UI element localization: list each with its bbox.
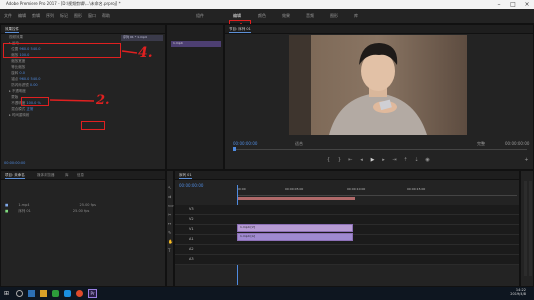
clip-bin-item[interactable]: 1.mp4 (171, 41, 221, 47)
audio-meter-right (529, 181, 532, 276)
tab-sequence[interactable]: 序列 01 (179, 173, 192, 179)
add-button[interactable]: + (523, 156, 530, 163)
project-list: ■ 1.mp4 25.00 fps ■ 序列 01 25.00 fps (5, 203, 161, 215)
track-a2[interactable]: A2 (175, 245, 519, 255)
annotation-label-2: 2. (96, 93, 110, 108)
timeline-panel: 序列 01 00:00:00:00 00:00 00:00:05:00 00:0… (174, 170, 520, 287)
track-select-icon[interactable]: ⇉ (168, 194, 174, 199)
clock-date: 2019/4/8 (510, 292, 526, 296)
tab-project[interactable]: 项目: 未命名 (5, 173, 25, 179)
search-icon[interactable] (16, 290, 23, 297)
ruler-tick: 00:00:15:00 (407, 187, 426, 191)
tab-media-browser[interactable]: 媒体浏览器 (37, 173, 55, 178)
video-still-image (289, 35, 467, 135)
program-tabrow: 节目: 序列 01 (225, 25, 533, 34)
razor-icon[interactable]: ✂ (168, 212, 174, 217)
timeline-ruler[interactable]: 00:00 00:00:05:00 00:00:10:00 00:00:15:0… (237, 187, 517, 196)
pen-tool-icon[interactable]: ✎ (168, 230, 174, 235)
extract-button[interactable]: ⇣ (413, 156, 420, 163)
tools-panel: ↖ ⇉ ⟺ ✂ ↔ ✎ ✋ T (166, 170, 174, 287)
tools-list: ↖ ⇉ ⟺ ✂ ↔ ✎ ✋ T (168, 185, 174, 253)
audio-clip[interactable]: 1.mp4 [A] (237, 233, 353, 241)
taskbar: ⊞ Pr 14:22 2019/4/8 (0, 287, 534, 300)
explorer-icon[interactable] (40, 290, 47, 297)
clip-bin-panel: 1.mp4 (166, 24, 224, 170)
track-a3[interactable]: A3 (175, 255, 519, 265)
tab-libraries[interactable]: 库 (65, 173, 69, 178)
program-playhead[interactable] (233, 147, 236, 151)
play-button[interactable]: ▶ (369, 156, 376, 163)
project-tabrow: 项目: 未命名 媒体浏览器 库 信息 (1, 171, 165, 180)
ruler-tick: 00:00 (237, 187, 246, 191)
slip-tool-icon[interactable]: ↔ (168, 221, 174, 226)
mark-in-button[interactable]: { (325, 156, 332, 163)
timeline-tabrow: 序列 01 (175, 171, 519, 180)
go-to-in-button[interactable]: ⇤ (347, 156, 354, 163)
mark-out-button[interactable]: } (336, 156, 343, 163)
browser-icon[interactable] (76, 290, 83, 297)
program-resolution-select[interactable]: 完整 (477, 141, 485, 147)
wechat-icon[interactable] (52, 290, 59, 297)
annotation-label-3: 4. (138, 45, 153, 61)
video-clip[interactable]: 1.mp4 [V] (237, 224, 353, 232)
tab-program[interactable]: 节目: 序列 01 (229, 27, 251, 33)
ruler-tick: 00:00:10:00 (347, 187, 366, 191)
annotation-arrow-3 (121, 50, 138, 54)
step-forward-button[interactable]: ▸ (380, 156, 387, 163)
program-duration: 00:00:00:00 (505, 141, 530, 146)
go-to-out-button[interactable]: ⇥ (391, 156, 398, 163)
list-item[interactable]: ■ 序列 01 25.00 fps (5, 209, 161, 215)
program-fit-select[interactable]: 适合 (295, 141, 303, 147)
ripple-edit-icon[interactable]: ⟺ (168, 203, 174, 208)
work-area-bar[interactable] (237, 197, 355, 200)
annotation-arrow-2 (49, 99, 95, 102)
start-menu-icon[interactable]: ⊞ (4, 290, 11, 297)
type-tool-icon[interactable]: T (168, 248, 174, 253)
program-scrubber[interactable] (233, 149, 527, 150)
export-frame-button[interactable]: ◉ (424, 156, 431, 163)
clock: 14:22 2019/4/8 (486, 288, 526, 296)
video-frame (289, 35, 467, 135)
tab-info[interactable]: 信息 (77, 173, 84, 178)
program-timecode[interactable]: 00:00:00:00 (233, 141, 257, 146)
premiere-taskbar-icon[interactable]: Pr (88, 289, 97, 298)
ruler-tick: 00:00:05:00 (285, 187, 304, 191)
project-panel: 项目: 未命名 媒体浏览器 库 信息 ■ 1.mp4 25.00 fps ■ 序列 0… (0, 170, 166, 287)
audio-meter-left (524, 181, 527, 276)
lift-button[interactable]: ⇡ (402, 156, 409, 163)
program-monitor-panel: 节目: 序列 01 00:00:00:00 适合 完整 00:00:00:00 … (224, 24, 534, 170)
audio-meters-panel (520, 170, 534, 287)
qq-icon[interactable] (64, 290, 71, 297)
transport-controls: { } ⇤ ◂ ▶ ▸ ⇥ ⇡ ⇣ ◉ (325, 156, 431, 163)
hand-tool-icon[interactable]: ✋ (168, 239, 174, 244)
selection-tool-icon[interactable]: ↖ (168, 185, 174, 190)
taskview-icon[interactable] (28, 290, 35, 297)
timeline-timecode[interactable]: 00:00:00:00 (179, 183, 203, 188)
step-back-button[interactable]: ◂ (358, 156, 365, 163)
track-v3[interactable]: V3 (175, 205, 519, 215)
